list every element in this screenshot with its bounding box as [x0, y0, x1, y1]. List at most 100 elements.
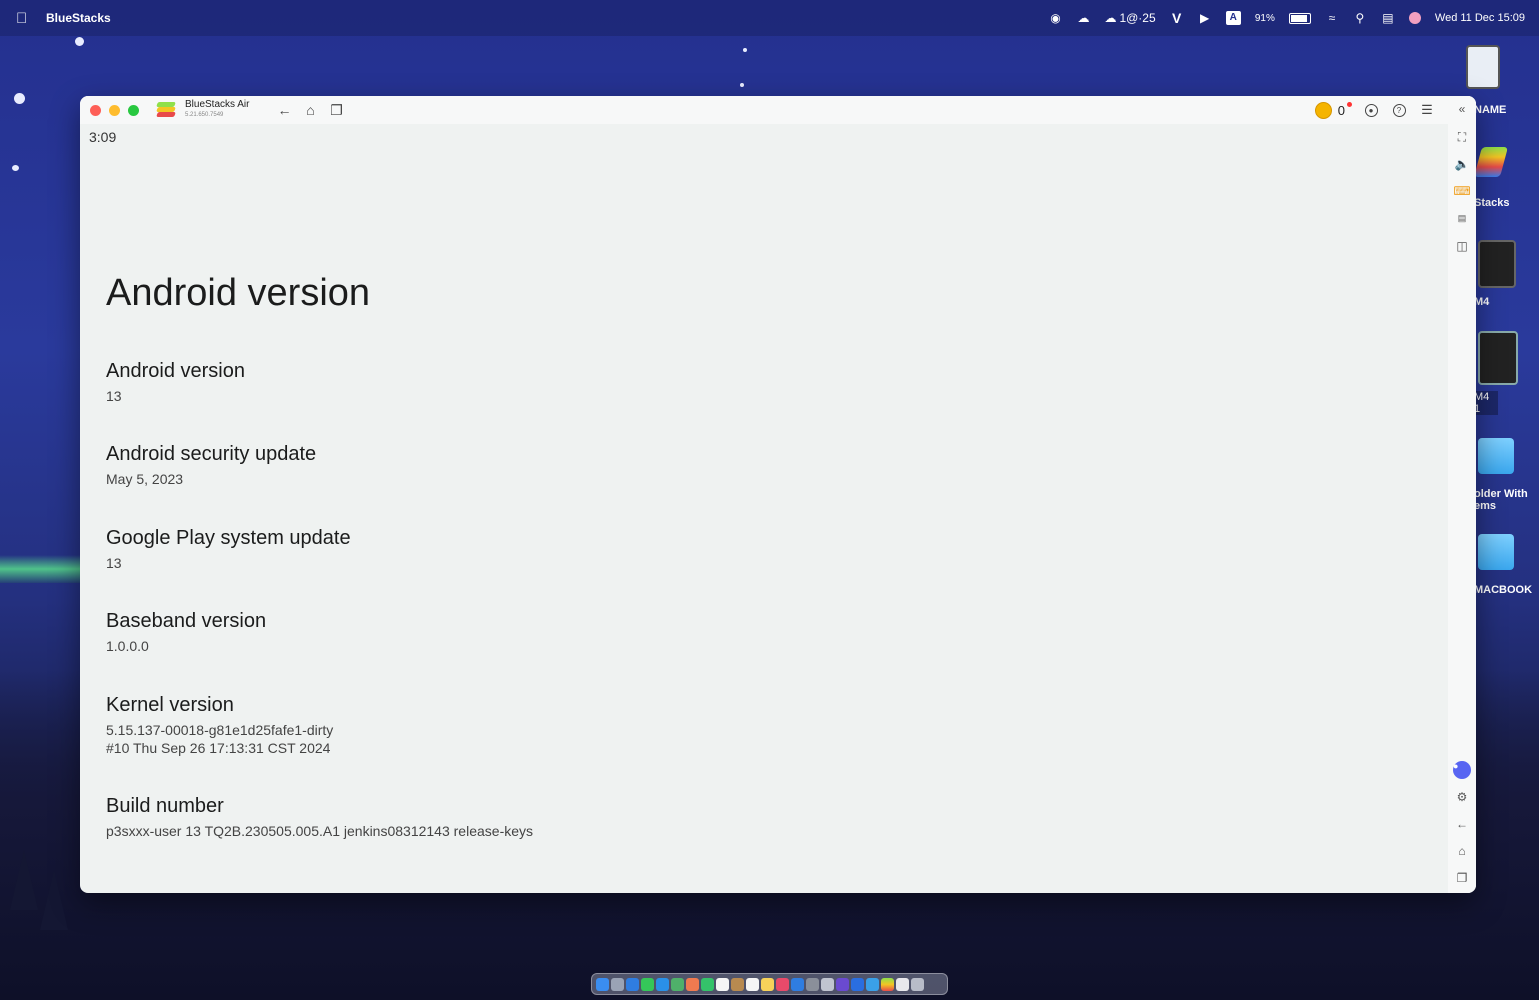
recent-apps-icon[interactable]: ❐ — [323, 100, 349, 120]
zoom-button[interactable] — [128, 104, 139, 116]
setting-label: Build number — [106, 795, 224, 817]
weather-text: 1@·25 — [1119, 11, 1156, 25]
volume-icon[interactable]: 🔈 — [1453, 155, 1471, 173]
notes-icon[interactable] — [761, 977, 774, 991]
tree — [40, 870, 68, 930]
menu-icon[interactable]: ☰ — [1418, 101, 1436, 119]
setting-android-version[interactable]: Android version 13 — [106, 360, 245, 405]
battery-icon[interactable] — [1288, 12, 1311, 24]
folder-icon — [1478, 534, 1514, 570]
contacts-icon[interactable] — [731, 977, 744, 991]
android-nav: ← ⌂ ❐ — [271, 100, 349, 120]
spotlight-search-icon[interactable]: ⚲ — [1353, 11, 1367, 25]
setting-label: Google Play system update — [106, 527, 351, 549]
desktop-icon-folder[interactable]: older With ems — [1474, 438, 1538, 512]
app-icon[interactable] — [836, 977, 849, 991]
music-icon[interactable] — [776, 977, 789, 991]
preview-icon[interactable] — [821, 977, 834, 991]
keyboard-controls-icon[interactable]: ⌨ — [1453, 182, 1471, 200]
facetime-icon[interactable] — [701, 977, 714, 991]
setting-google-play-update[interactable]: Google Play system update 13 — [106, 527, 351, 572]
app-icon[interactable] — [851, 977, 864, 991]
setting-value: 5.15.137-00018-g81e1d25fafe1-dirty #10 T… — [106, 722, 334, 756]
vpn-status[interactable]: V — [1170, 10, 1184, 26]
bluestacks-window: BlueStacks Air 5.21.650.7549 ← ⌂ ❐ 0 ● ?… — [80, 96, 1476, 893]
menu-clock[interactable]: Wed 11 Dec 15:09 — [1435, 11, 1525, 25]
messages-icon[interactable] — [641, 977, 654, 991]
finder-icon[interactable] — [596, 977, 609, 991]
star — [12, 165, 19, 171]
desktop-icon-label: MACBOOK — [1474, 584, 1533, 596]
weather-status[interactable]: ☁ 1@·25 — [1104, 11, 1155, 25]
apple-icon[interactable]:  — [16, 10, 30, 27]
setting-baseband-version[interactable]: Baseband version 1.0.0.0 — [106, 610, 266, 655]
wifi-icon[interactable]: ≈ — [1325, 11, 1339, 25]
window-titlebar[interactable]: BlueStacks Air 5.21.650.7549 ← ⌂ ❐ 0 ● ?… — [80, 96, 1476, 124]
home-icon[interactable]: ⌂ — [1453, 842, 1471, 860]
play-icon[interactable]: ▶ — [1198, 11, 1212, 25]
window-title: BlueStacks Air 5.21.650.7549 — [185, 100, 249, 120]
desktop-icon-label: M4 1 — [1474, 391, 1498, 415]
bluestacks-dock-icon[interactable] — [881, 977, 894, 991]
downloads-icon[interactable] — [896, 977, 909, 991]
desktop-icon-m4[interactable]: M4 — [1474, 240, 1538, 308]
desktop-icon-bluestacks[interactable]: Stacks — [1473, 147, 1538, 209]
settings-gear-icon[interactable]: ⚙ — [1453, 788, 1471, 806]
coin-count[interactable]: 0 — [1338, 103, 1345, 118]
desktop-icon-name[interactable]: NAME — [1466, 45, 1538, 116]
siri-icon[interactable] — [1408, 12, 1421, 24]
sd-card-icon — [1466, 45, 1500, 89]
star — [740, 83, 744, 87]
minimize-button[interactable] — [109, 104, 120, 116]
folder-icon — [1478, 438, 1514, 474]
setting-value: 13 — [106, 555, 122, 571]
install-apk-icon[interactable]: ▤ — [1453, 209, 1471, 227]
setting-kernel-version[interactable]: Kernel version 5.15.137-00018-g81e1d25fa… — [106, 694, 333, 757]
system-settings-icon[interactable] — [806, 977, 819, 991]
menu-extras: ◉ ☁ ☁ 1@·25 V ▶ A 91% ≈ ⚲ ▤ Wed 11 Dec 1… — [1048, 10, 1539, 26]
record-icon[interactable]: ◉ — [1048, 11, 1062, 25]
battery-percent[interactable]: 91% — [1255, 11, 1275, 25]
fullscreen-icon[interactable]: ⛶ — [1453, 128, 1471, 146]
maps-icon[interactable] — [671, 977, 684, 991]
wechat-icon[interactable]: ☁ — [1076, 11, 1090, 25]
desktop-icon-macbook[interactable]: MACBOOK — [1474, 534, 1538, 596]
rotate-icon[interactable]: ◫ — [1453, 237, 1471, 255]
coin-icon[interactable] — [1314, 101, 1332, 119]
setting-build-number[interactable]: Build number p3sxxx-user 13 TQ2B.230505.… — [106, 795, 533, 840]
control-center-icon[interactable]: ▤ — [1381, 11, 1395, 25]
setting-value: 13 — [106, 388, 122, 404]
app-store-icon[interactable] — [791, 977, 804, 991]
trash-icon[interactable] — [911, 977, 924, 991]
launchpad-icon[interactable] — [611, 977, 624, 991]
close-button[interactable] — [90, 104, 101, 116]
discord-icon: ● — [1453, 761, 1471, 779]
account-icon[interactable]: ● — [1362, 101, 1380, 119]
recent-apps-icon[interactable]: ❐ — [1453, 869, 1471, 887]
calendar-icon[interactable] — [716, 977, 729, 991]
home-icon[interactable]: ⌂ — [297, 100, 323, 120]
input-source[interactable]: A — [1225, 11, 1241, 25]
help-icon[interactable]: ? — [1390, 101, 1408, 119]
reminders-icon[interactable] — [746, 977, 759, 991]
setting-label: Baseband version — [106, 610, 267, 632]
back-icon[interactable]: ← — [1453, 815, 1471, 833]
star — [75, 37, 84, 46]
menu-app-name[interactable]: BlueStacks — [46, 11, 111, 25]
desktop-icon-label: NAME — [1474, 104, 1507, 116]
setting-label: Kernel version — [106, 694, 234, 716]
notification-dot — [1347, 101, 1352, 107]
setting-security-update[interactable]: Android security update May 5, 2023 — [106, 443, 316, 488]
safari-icon[interactable] — [626, 977, 639, 991]
desktop-icon-m4-1[interactable]: M4 1 — [1474, 331, 1538, 415]
photos-icon[interactable] — [686, 977, 699, 991]
setting-value: May 5, 2023 — [106, 471, 184, 487]
telegram-icon[interactable] — [866, 977, 879, 991]
dock — [591, 973, 948, 995]
discord-icon-wrap[interactable]: ● — [1453, 761, 1471, 779]
back-arrow-icon[interactable]: ← — [271, 100, 297, 120]
mail-icon[interactable] — [656, 977, 669, 991]
setting-label: Android version — [106, 360, 245, 382]
collapse-sidebar-icon[interactable]: « — [1453, 100, 1471, 118]
setting-label: Android security update — [106, 443, 317, 465]
